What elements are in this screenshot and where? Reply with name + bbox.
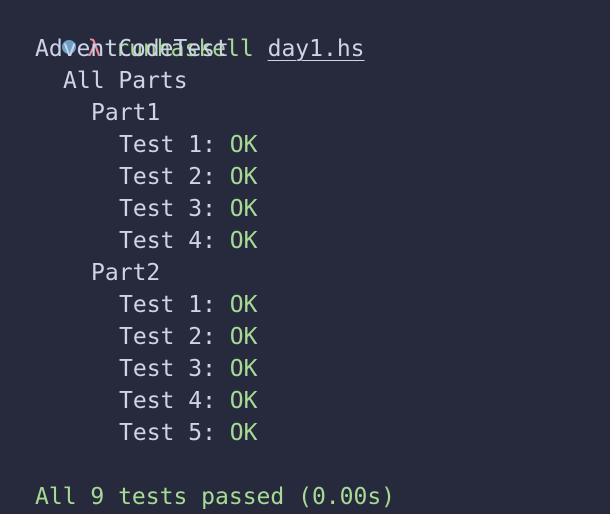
command-prompt-line: λ runhaskell day1.hs — [7, 1, 365, 62]
test-label: Test 3: — [119, 196, 216, 222]
terminal-window: λ runhaskell day1.hs AdventCodeTest All P… — [0, 0, 610, 514]
test-result-line: Test 3: OK — [119, 193, 258, 225]
command-argument-file[interactable]: day1.hs — [268, 36, 365, 62]
test-status: OK — [229, 388, 258, 414]
test-status: OK — [229, 356, 258, 382]
test-status: OK — [229, 228, 258, 254]
test-label: Test 5: — [119, 420, 216, 446]
part-name: Part1 — [91, 100, 161, 126]
test-label: Test 3: — [119, 356, 216, 382]
test-status: OK — [229, 292, 258, 318]
test-label: Test 4: — [119, 228, 216, 254]
test-result-line: Test 1: OK — [119, 129, 258, 161]
test-group-name: All Parts — [63, 68, 188, 94]
test-result-line: Test 1: OK — [119, 289, 258, 321]
test-result-line: Test 2: OK — [119, 161, 258, 193]
test-label: Test 2: — [119, 324, 216, 350]
test-result-line: Test 4: OK — [119, 225, 258, 257]
test-suite-name: AdventCodeTest — [35, 36, 229, 62]
test-result-line: Test 5: OK — [119, 417, 258, 449]
test-result-line: Test 2: OK — [119, 321, 258, 353]
test-label: Test 1: — [119, 132, 216, 158]
test-status: OK — [229, 324, 258, 350]
test-status: OK — [229, 164, 258, 190]
test-status: OK — [229, 196, 258, 222]
test-label: Test 4: — [119, 388, 216, 414]
test-status: OK — [229, 420, 258, 446]
test-summary: All 9 tests passed (0.00s) — [35, 484, 396, 510]
test-label: Test 1: — [119, 292, 216, 318]
test-label: Test 2: — [119, 164, 216, 190]
test-result-line: Test 3: OK — [119, 353, 258, 385]
part-name: Part2 — [91, 260, 161, 286]
test-status: OK — [229, 132, 258, 158]
test-result-line: Test 4: OK — [119, 385, 258, 417]
